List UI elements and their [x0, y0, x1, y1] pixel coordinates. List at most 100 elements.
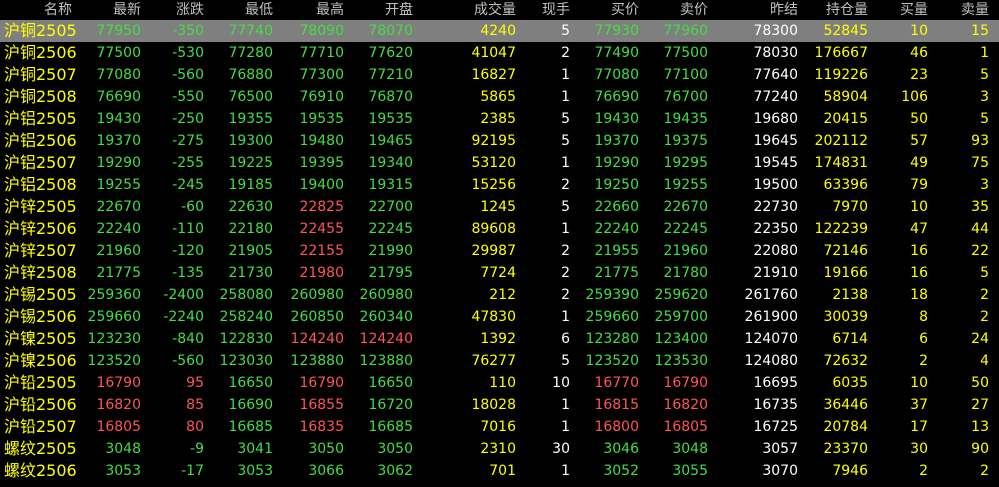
futures-quote-board: 名称 最新 涨跌 最低 最高 开盘 成交量 现手 买价 卖价 昨结 持仓量 买量…: [0, 0, 999, 487]
cell-open: 21795: [368, 265, 413, 281]
cell-bid-vol: 47: [910, 221, 928, 237]
cell-ask-vol: 35: [971, 199, 989, 215]
table-row[interactable]: 沪镍2506 123520 -560 123030 123880 123880 76277 5…: [0, 350, 999, 372]
cell-ask: 21960: [663, 243, 708, 259]
cell-ask-vol: 50: [971, 375, 989, 391]
table-row[interactable]: 沪锌2505 22670 -60 22630 22825 22700 1245 5 22660 2…: [0, 196, 999, 218]
table-row[interactable]: 沪铅2507 16805 80 16685 16835 16685 7016 1 16800 16…: [0, 416, 999, 438]
cell-open: 16650: [368, 375, 413, 391]
header-ask-vol[interactable]: 卖量: [961, 0, 989, 20]
table-row[interactable]: 沪镍2505 123230 -840 122830 124240 124240 1392 6 1…: [0, 328, 999, 350]
table-row[interactable]: 沪锡2505 259360 -2400 258080 260980 260980 212 2 2…: [0, 284, 999, 306]
cell-prev-settle: 22350: [753, 221, 798, 237]
table-row[interactable]: 螺纹2506 3053 -17 3053 3066 3062 701 1 3052 3055 307…: [0, 460, 999, 482]
cell-high: 22825: [299, 199, 344, 215]
table-row[interactable]: 沪锌2506 22240 -110 22180 22455 22245 89608 1 2224…: [0, 218, 999, 240]
table-row[interactable]: 沪锌2507 21960 -120 21905 22155 21990 29987 2 2195…: [0, 240, 999, 262]
cell-prev-settle: 19680: [753, 111, 798, 127]
cell-volume: 53120: [471, 155, 516, 171]
table-row[interactable]: 沪铜2508 76690 -550 76500 76910 76870 5865 1 76690…: [0, 86, 999, 108]
cell-ask-vol: 24: [971, 331, 989, 347]
header-bid[interactable]: 买价: [611, 0, 639, 20]
cell-open: 260980: [359, 287, 413, 303]
cell-ask: 77960: [663, 23, 708, 39]
header-last[interactable]: 最新: [113, 0, 141, 20]
table-row[interactable]: 沪铝2506 19370 -275 19300 19480 19465 92195 5 1937…: [0, 130, 999, 152]
cell-bid-vol: 16: [910, 265, 928, 281]
header-bid-vol[interactable]: 买量: [900, 0, 928, 20]
cell-prev-settle: 78030: [753, 45, 798, 61]
table-row[interactable]: 沪铜2506 77500 -530 77280 77710 77620 41047 2 7749…: [0, 42, 999, 64]
cell-open-interest: 72146: [823, 243, 868, 259]
header-ask[interactable]: 卖价: [680, 0, 708, 20]
cell-change: -560: [172, 353, 204, 369]
cell-change: 85: [186, 397, 204, 413]
cell-open-interest: 19166: [823, 265, 868, 281]
cell-volume: 2310: [480, 441, 516, 457]
header-change[interactable]: 涨跌: [176, 0, 204, 20]
cell-bid-vol: 10: [910, 23, 928, 39]
cell-open-interest: 63396: [823, 177, 868, 193]
header-current-hand[interactable]: 现手: [542, 0, 570, 20]
cell-prev-settle: 261760: [744, 287, 798, 303]
cell-low: 122830: [219, 331, 273, 347]
cell-last: 21775: [96, 265, 141, 281]
cell-open: 260340: [359, 309, 413, 325]
cell-bid: 21775: [594, 265, 639, 281]
header-prev-settle[interactable]: 昨结: [770, 0, 798, 20]
table-row[interactable]: 沪铜2507 77080 -560 76880 77300 77210 16827 1 7708…: [0, 64, 999, 86]
header-low[interactable]: 最低: [245, 0, 273, 20]
table-row[interactable]: 沪铝2507 19290 -255 19225 19395 19340 53120 1 1929…: [0, 152, 999, 174]
contract-name: 沪铝2506: [4, 131, 77, 150]
cell-low: 19300: [228, 133, 273, 149]
table-row[interactable]: 沪铝2505 19430 -250 19355 19535 19535 2385 5 19430…: [0, 108, 999, 130]
cell-last: 19290: [96, 155, 141, 171]
cell-volume: 41047: [471, 45, 516, 61]
header-volume[interactable]: 成交量: [474, 0, 516, 20]
contract-name: 螺纹2505: [4, 439, 77, 458]
cell-last: 16790: [96, 375, 141, 391]
cell-volume: 2385: [480, 111, 516, 127]
header-high[interactable]: 最高: [316, 0, 344, 20]
cell-ask: 21780: [663, 265, 708, 281]
cell-ask: 22670: [663, 199, 708, 215]
cell-last: 77080: [96, 67, 141, 83]
contract-name: 沪镍2505: [4, 329, 77, 348]
cell-open: 123880: [359, 353, 413, 369]
cell-volume: 7016: [480, 419, 516, 435]
cell-low: 21730: [228, 265, 273, 281]
cell-volume: 212: [489, 287, 516, 303]
cell-last: 19255: [96, 177, 141, 193]
cell-bid-vol: 18: [910, 287, 928, 303]
cell-prev-settle: 3070: [762, 463, 798, 479]
cell-last: 123230: [87, 331, 141, 347]
cell-open-interest: 2138: [832, 287, 868, 303]
table-row[interactable]: 螺纹2505 3048 -9 3041 3050 3050 2310 30 3046 3048 30…: [0, 438, 999, 460]
table-row[interactable]: 沪锌2508 21775 -135 21730 21980 21795 7724 2 21775…: [0, 262, 999, 284]
cell-bid-vol: 2: [919, 463, 928, 479]
cell-open-interest: 58904: [823, 89, 868, 105]
table-row[interactable]: 沪铝2508 19255 -245 19185 19400 19315 15256 2 1925…: [0, 174, 999, 196]
cell-last: 3048: [105, 441, 141, 457]
cell-open: 19465: [368, 133, 413, 149]
header-name[interactable]: 名称: [0, 0, 72, 20]
cell-open: 77620: [368, 45, 413, 61]
cell-open-interest: 7970: [832, 199, 868, 215]
table-row[interactable]: 沪铜2505 77950 -350 77740 78090 78070 4240 5 77930…: [0, 20, 999, 42]
cell-volume: 15256: [471, 177, 516, 193]
cell-bid-vol: 37: [910, 397, 928, 413]
cell-prev-settle: 3057: [762, 441, 798, 457]
table-row[interactable]: 沪铅2506 16820 85 16690 16855 16720 18028 1 16815 1…: [0, 394, 999, 416]
header-open[interactable]: 开盘: [385, 0, 413, 20]
table-row[interactable]: 沪铅2505 16790 95 16650 16790 16650 110 10 16770 16…: [0, 372, 999, 394]
cell-bid-vol: 49: [910, 155, 928, 171]
cell-low: 16650: [228, 375, 273, 391]
cell-bid-vol: 10: [910, 199, 928, 215]
header-open-interest[interactable]: 持仓量: [826, 0, 868, 20]
contract-name: 沪铅2505: [4, 373, 77, 392]
cell-bid: 19430: [594, 111, 639, 127]
table-row[interactable]: 沪锡2506 259660 -2240 258240 260850 260340 47830…: [0, 306, 999, 328]
cell-high: 124240: [290, 331, 344, 347]
cell-open-interest: 176667: [814, 45, 868, 61]
cell-high: 22455: [299, 221, 344, 237]
